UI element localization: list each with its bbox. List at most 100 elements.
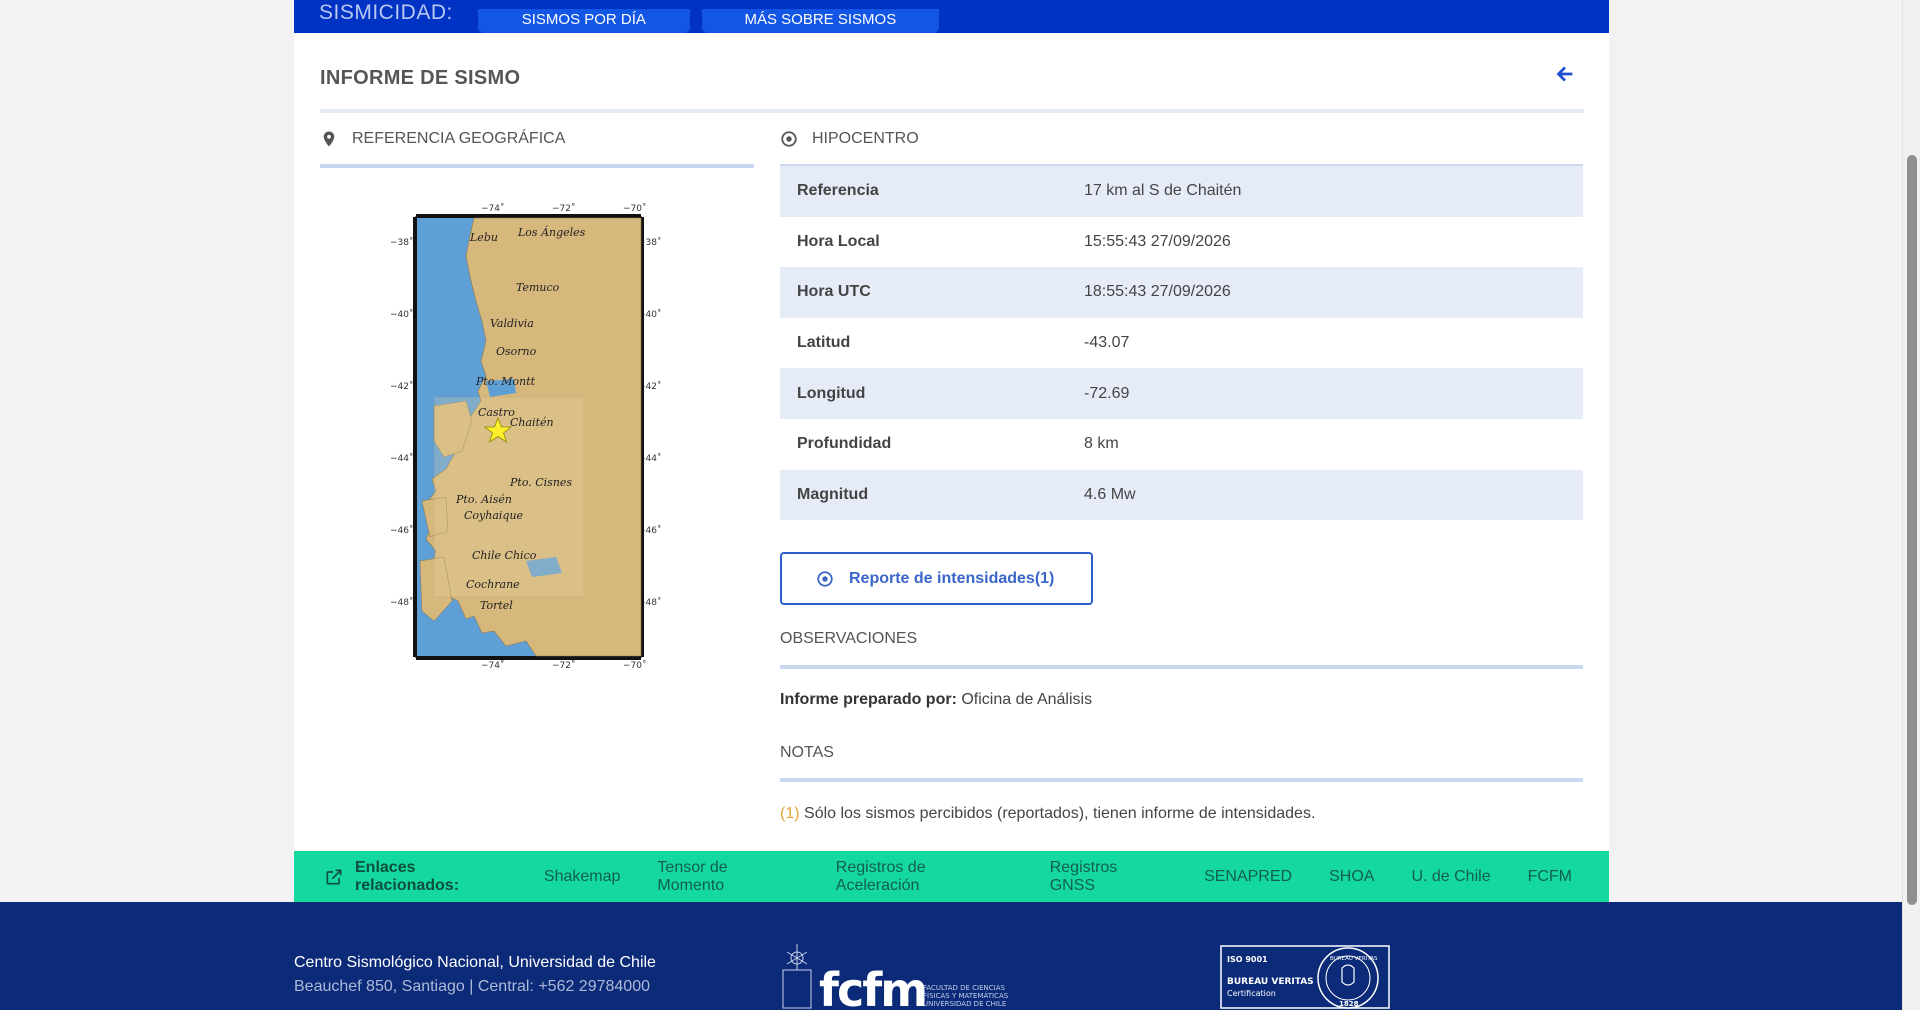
table-row: Magnitud 4.6 Mw <box>780 469 1583 521</box>
notes-divider <box>780 778 1583 782</box>
geo-heading: REFERENCIA GEOGRÁFICA <box>320 130 565 148</box>
iso-certification-logo: ISO 9001 BUREAU VERITAS Certification BU… <box>1220 945 1390 1009</box>
scrollbar-thumb[interactable] <box>1907 155 1917 905</box>
external-link-icon <box>326 869 342 884</box>
target-icon <box>781 131 797 147</box>
map-place-los-angeles: Los Ángeles <box>517 225 586 239</box>
map-tick-left-42: −42˚ <box>390 381 414 392</box>
iso-line-3: Certification <box>1227 989 1276 998</box>
geo-divider <box>320 164 754 168</box>
map-place-chile-chico: Chile Chico <box>472 549 537 562</box>
iso-line-1: ISO 9001 <box>1227 955 1268 964</box>
fcfm-logo[interactable]: fcfm FACULTAD DE CIENCIAS FÍSICAS Y MATE… <box>781 940 1011 1010</box>
title-divider <box>320 109 1584 113</box>
fcfm-caption-line-3: UNIVERSIDAD DE CHILE <box>923 1000 1006 1008</box>
hypo-heading-label: HIPOCENTRO <box>812 130 919 147</box>
table-row: Hora Local 15:55:43 27/09/2026 <box>780 217 1583 268</box>
map-place-pto-aisen: Pto. Aisén <box>455 493 512 506</box>
top-nav: SISMICIDAD: SISMOS POR DÍA MÁS SOBRE SIS… <box>294 0 1609 33</box>
prepared-by: Informe preparado por: Oficina de Anális… <box>780 691 1092 709</box>
intensity-report-button[interactable]: Reporte de intensidades(1) <box>780 552 1093 605</box>
fcfm-logo-text: fcfm <box>819 963 926 1010</box>
note-text: Sólo los sismos percibidos (reportados),… <box>804 805 1316 822</box>
observations-heading: OBSERVACIONES <box>780 630 918 647</box>
footer-institution: Centro Sismológico Nacional, Universidad… <box>294 954 656 971</box>
table-row: Longitud -72.69 <box>780 368 1583 419</box>
row-value: -72.69 <box>1084 368 1583 419</box>
link-registros-gnss[interactable]: Registros GNSS <box>1050 859 1167 895</box>
map-place-cochrane: Cochrane <box>466 578 520 591</box>
mas-sobre-sismos-button[interactable]: MÁS SOBRE SISMOS <box>701 9 939 33</box>
map-tick-top-74: −74˚ <box>481 203 505 214</box>
map-place-temuco: Temuco <box>516 281 560 294</box>
footer: Centro Sismológico Nacional, Universidad… <box>0 902 1902 1010</box>
related-links-bar: Enlaces relacionados: Shakemap Tensor de… <box>294 851 1609 902</box>
map-tick-bottom-72: −72˚ <box>552 660 576 671</box>
row-key: Hora Local <box>797 232 880 250</box>
fcfm-caption-line-1: FACULTAD DE CIENCIAS <box>923 984 1006 992</box>
iso-seal-year: 1828 <box>1339 1000 1359 1008</box>
related-links-label: Enlaces relacionados: <box>355 858 460 894</box>
row-value: 18:55:43 27/09/2026 <box>1084 267 1583 318</box>
map-tick-left-46: −46˚ <box>390 525 414 536</box>
footer-address: Beauchef 850, Santiago | Central: +562 2… <box>294 978 650 995</box>
table-row: Referencia 17 km al S de Chaitén <box>780 166 1583 217</box>
hypocenter-table: Referencia 17 km al S de Chaitén Hora Loc… <box>780 166 1583 521</box>
prepared-by-value: Oficina de Análisis <box>961 691 1093 708</box>
map-place-tortel: Tortel <box>480 599 513 612</box>
map-tick-top-70: −70˚ <box>623 203 647 214</box>
table-row: Profundidad 8 km <box>780 419 1583 470</box>
link-fcfm[interactable]: FCFM <box>1528 868 1572 886</box>
page-title: INFORME DE SISMO <box>320 67 521 89</box>
map-place-osorno: Osorno <box>496 345 537 358</box>
notes-heading: NOTAS <box>780 744 834 761</box>
iso-line-2: BUREAU VERITAS <box>1227 977 1314 987</box>
map-tick-left-40: −40˚ <box>390 309 414 320</box>
link-tensor-momento[interactable]: Tensor de Momento <box>657 859 798 895</box>
page-scrollbar[interactable] <box>1902 0 1920 1010</box>
table-row: Latitud -43.07 <box>780 318 1583 369</box>
row-key: Magnitud <box>780 469 1084 521</box>
link-u-de-chile[interactable]: U. de Chile <box>1411 868 1490 886</box>
row-value: 8 km <box>1084 435 1119 453</box>
map-tick-left-48: −48˚ <box>390 597 414 608</box>
epicenter-map: −74˚ −72˚ −70˚ −74˚ −72˚ −70˚ −38˚ −40˚ … <box>386 201 666 671</box>
note: (1) Sólo los sismos percibidos (reportad… <box>780 805 1315 823</box>
map-place-chaiten: Chaitén <box>510 416 554 429</box>
sismos-por-dia-button[interactable]: SISMOS POR DÍA <box>477 9 690 33</box>
row-value: 15:55:43 27/09/2026 <box>1084 232 1231 250</box>
map-pin-icon <box>323 131 335 147</box>
link-senapred[interactable]: SENAPRED <box>1204 868 1292 886</box>
hypo-heading: HIPOCENTRO <box>780 130 919 148</box>
row-value: 17 km al S de Chaitén <box>1084 166 1583 217</box>
map-tick-bottom-70: −70˚ <box>623 660 647 671</box>
link-shoa[interactable]: SHOA <box>1329 868 1374 886</box>
map-tick-top-72: −72˚ <box>552 203 576 214</box>
row-key: Latitud <box>797 334 851 352</box>
link-registros-aceleracion[interactable]: Registros de Aceleración <box>836 859 1013 895</box>
row-key: Hora UTC <box>780 267 1084 318</box>
row-key: Referencia <box>780 166 1084 217</box>
link-shakemap[interactable]: Shakemap <box>544 868 621 886</box>
intensity-report-label: Reporte de intensidades(1) <box>849 569 1055 587</box>
observations-divider <box>780 665 1583 669</box>
map-place-lebu: Lebu <box>469 231 498 244</box>
map-place-coyhaique: Coyhaique <box>464 509 524 522</box>
row-key: Longitud <box>780 368 1084 419</box>
back-arrow-icon[interactable] <box>1554 63 1576 85</box>
map-tick-left-44: −44˚ <box>390 453 414 464</box>
report-panel: INFORME DE SISMO REFERENCIA GEOGRÁFICA −… <box>294 33 1609 850</box>
iso-seal-name: BUREAU VERITAS <box>1330 956 1378 962</box>
geo-heading-label: REFERENCIA GEOGRÁFICA <box>352 130 566 147</box>
row-value: 4.6 Mw <box>1084 469 1583 521</box>
map-place-pto-cisnes: Pto. Cisnes <box>509 476 572 489</box>
map-tick-bottom-74: −74˚ <box>481 660 505 671</box>
table-row: Hora UTC 18:55:43 27/09/2026 <box>780 267 1583 318</box>
map-tick-left-38: −38˚ <box>390 237 414 248</box>
nav-label: SISMICIDAD: <box>319 1 453 24</box>
prepared-by-label: Informe preparado por: <box>780 691 957 708</box>
note-number: (1) <box>780 805 800 822</box>
target-icon <box>817 570 833 587</box>
map-place-valdivia: Valdivia <box>490 317 534 330</box>
fcfm-caption-line-2: FÍSICAS Y MATEMÁTICAS <box>923 991 1009 1000</box>
